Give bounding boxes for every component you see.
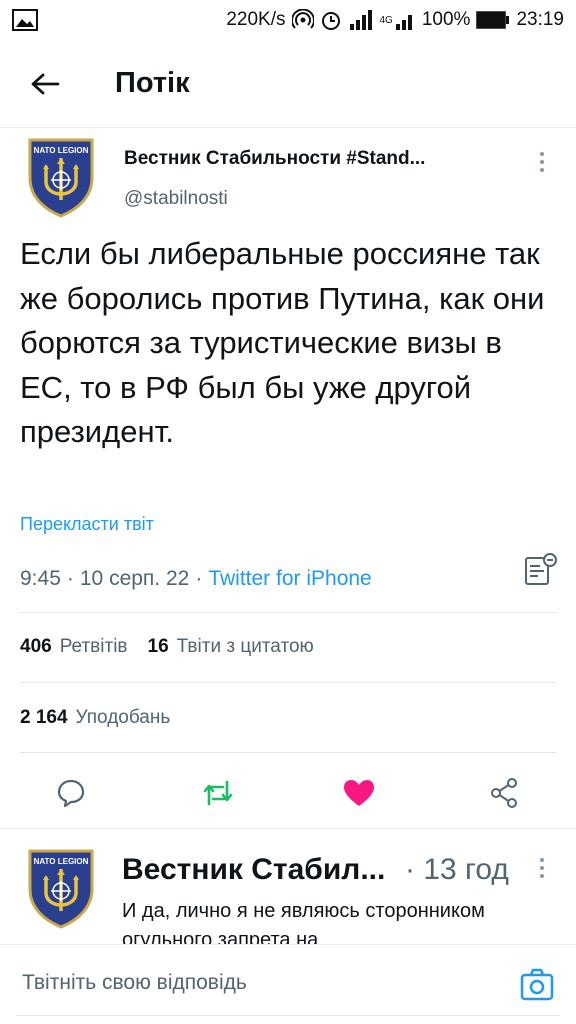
divider (20, 682, 556, 683)
dot (540, 858, 544, 862)
status-left (12, 9, 38, 31)
tweet-date: 10 серп. 22 (79, 567, 190, 590)
reply-composer (0, 944, 576, 1024)
reply-button[interactable] (46, 768, 96, 818)
divider (20, 612, 556, 613)
camera-button[interactable] (517, 965, 557, 1005)
speech-bubble-icon (57, 779, 85, 808)
retweet-icon (203, 780, 233, 806)
share-icon (491, 778, 517, 808)
reply-text: И да, лично я не являюсь сторонником огу… (122, 900, 485, 944)
status-right: 220K/s 4G 100% 23:19 (226, 9, 564, 31)
battery-icon (476, 11, 510, 29)
meta-separator: · (66, 567, 74, 590)
network-type: 4G (379, 14, 393, 26)
retweets-stat[interactable]: 406 Ретвітів (20, 636, 128, 658)
status-bar: 220K/s 4G 100% 23:19 (0, 0, 576, 40)
tweet-source-link[interactable]: Twitter for iPhone (208, 567, 371, 591)
avatar-label: NATO LEGION (34, 857, 89, 866)
likes-label: Уподобань (75, 707, 171, 728)
hotspot-icon (291, 9, 314, 31)
avatar-label: NATO LEGION (34, 146, 89, 155)
image-notification-icon (12, 9, 38, 31)
tweet-text: Если бы либеральные россияне так же боро… (20, 236, 545, 450)
clock: 23:19 (516, 9, 564, 30)
avatar[interactable]: NATO LEGION (26, 847, 96, 929)
avatar[interactable]: NATO LEGION (26, 136, 96, 218)
tweet-time: 9:45 (20, 567, 61, 590)
arrow-left-icon (31, 73, 60, 94)
dot (540, 168, 544, 172)
signal-4g-icon: 4G (380, 9, 416, 31)
reply-more-options-button[interactable] (532, 853, 552, 883)
dot (540, 874, 544, 878)
battery-percent: 100% (421, 9, 471, 30)
back-button[interactable] (20, 59, 70, 109)
network-speed: 220K/s (226, 9, 286, 30)
camera-icon (520, 968, 554, 1001)
author-name[interactable]: Вестник Стабильности #Stand... (124, 148, 425, 170)
reply-input[interactable] (22, 971, 482, 995)
analytics-button[interactable] (520, 550, 560, 590)
nato-legion-shield-icon: NATO LEGION (28, 138, 94, 218)
retweets-label: Ретвітів (59, 636, 128, 657)
alarm-icon (320, 9, 342, 31)
divider (20, 752, 556, 753)
heart-icon (344, 780, 374, 806)
app-header: Потік (0, 40, 576, 128)
quotes-label: Твіти з цитатою (176, 636, 314, 657)
likes-stats[interactable]: 2 164 Уподобань (20, 707, 170, 729)
nato-legion-shield-icon: NATO LEGION (28, 849, 94, 929)
tweet-meta: 9:45 · 10 серп. 22 · Twitter for iPhone (20, 553, 560, 594)
author-handle[interactable]: @stabilnosti (124, 188, 228, 210)
likes-count: 2 164 (20, 707, 68, 728)
quotes-count: 16 (147, 636, 169, 657)
dot (540, 160, 544, 164)
analytics-icon (525, 553, 557, 585)
retweets-count: 406 (20, 636, 52, 657)
composer-underline (16, 1015, 560, 1016)
quotes-stat[interactable]: 16 Твіти з цитатою (148, 636, 314, 658)
dot (540, 866, 544, 870)
meta-separator: · (195, 567, 203, 590)
retweet-quote-stats: 406 Ретвітів 16 Твіти з цитатою (20, 636, 314, 658)
more-options-button[interactable] (530, 146, 554, 178)
signal-icon (348, 9, 374, 31)
reply-author-name[interactable]: Вестник Стабил... (122, 853, 385, 887)
translate-tweet-link[interactable]: Перекласти твіт (20, 514, 154, 535)
retweet-button[interactable] (193, 768, 243, 818)
dot (540, 152, 544, 156)
reply-tweet[interactable]: NATO LEGION Вестник Стабил... · 13 год И… (0, 828, 576, 944)
tweet-actions (0, 768, 576, 818)
reply-time: · 13 год (405, 853, 509, 886)
page-title: Потік (115, 67, 190, 99)
like-button[interactable] (334, 768, 384, 818)
share-button[interactable] (479, 768, 529, 818)
